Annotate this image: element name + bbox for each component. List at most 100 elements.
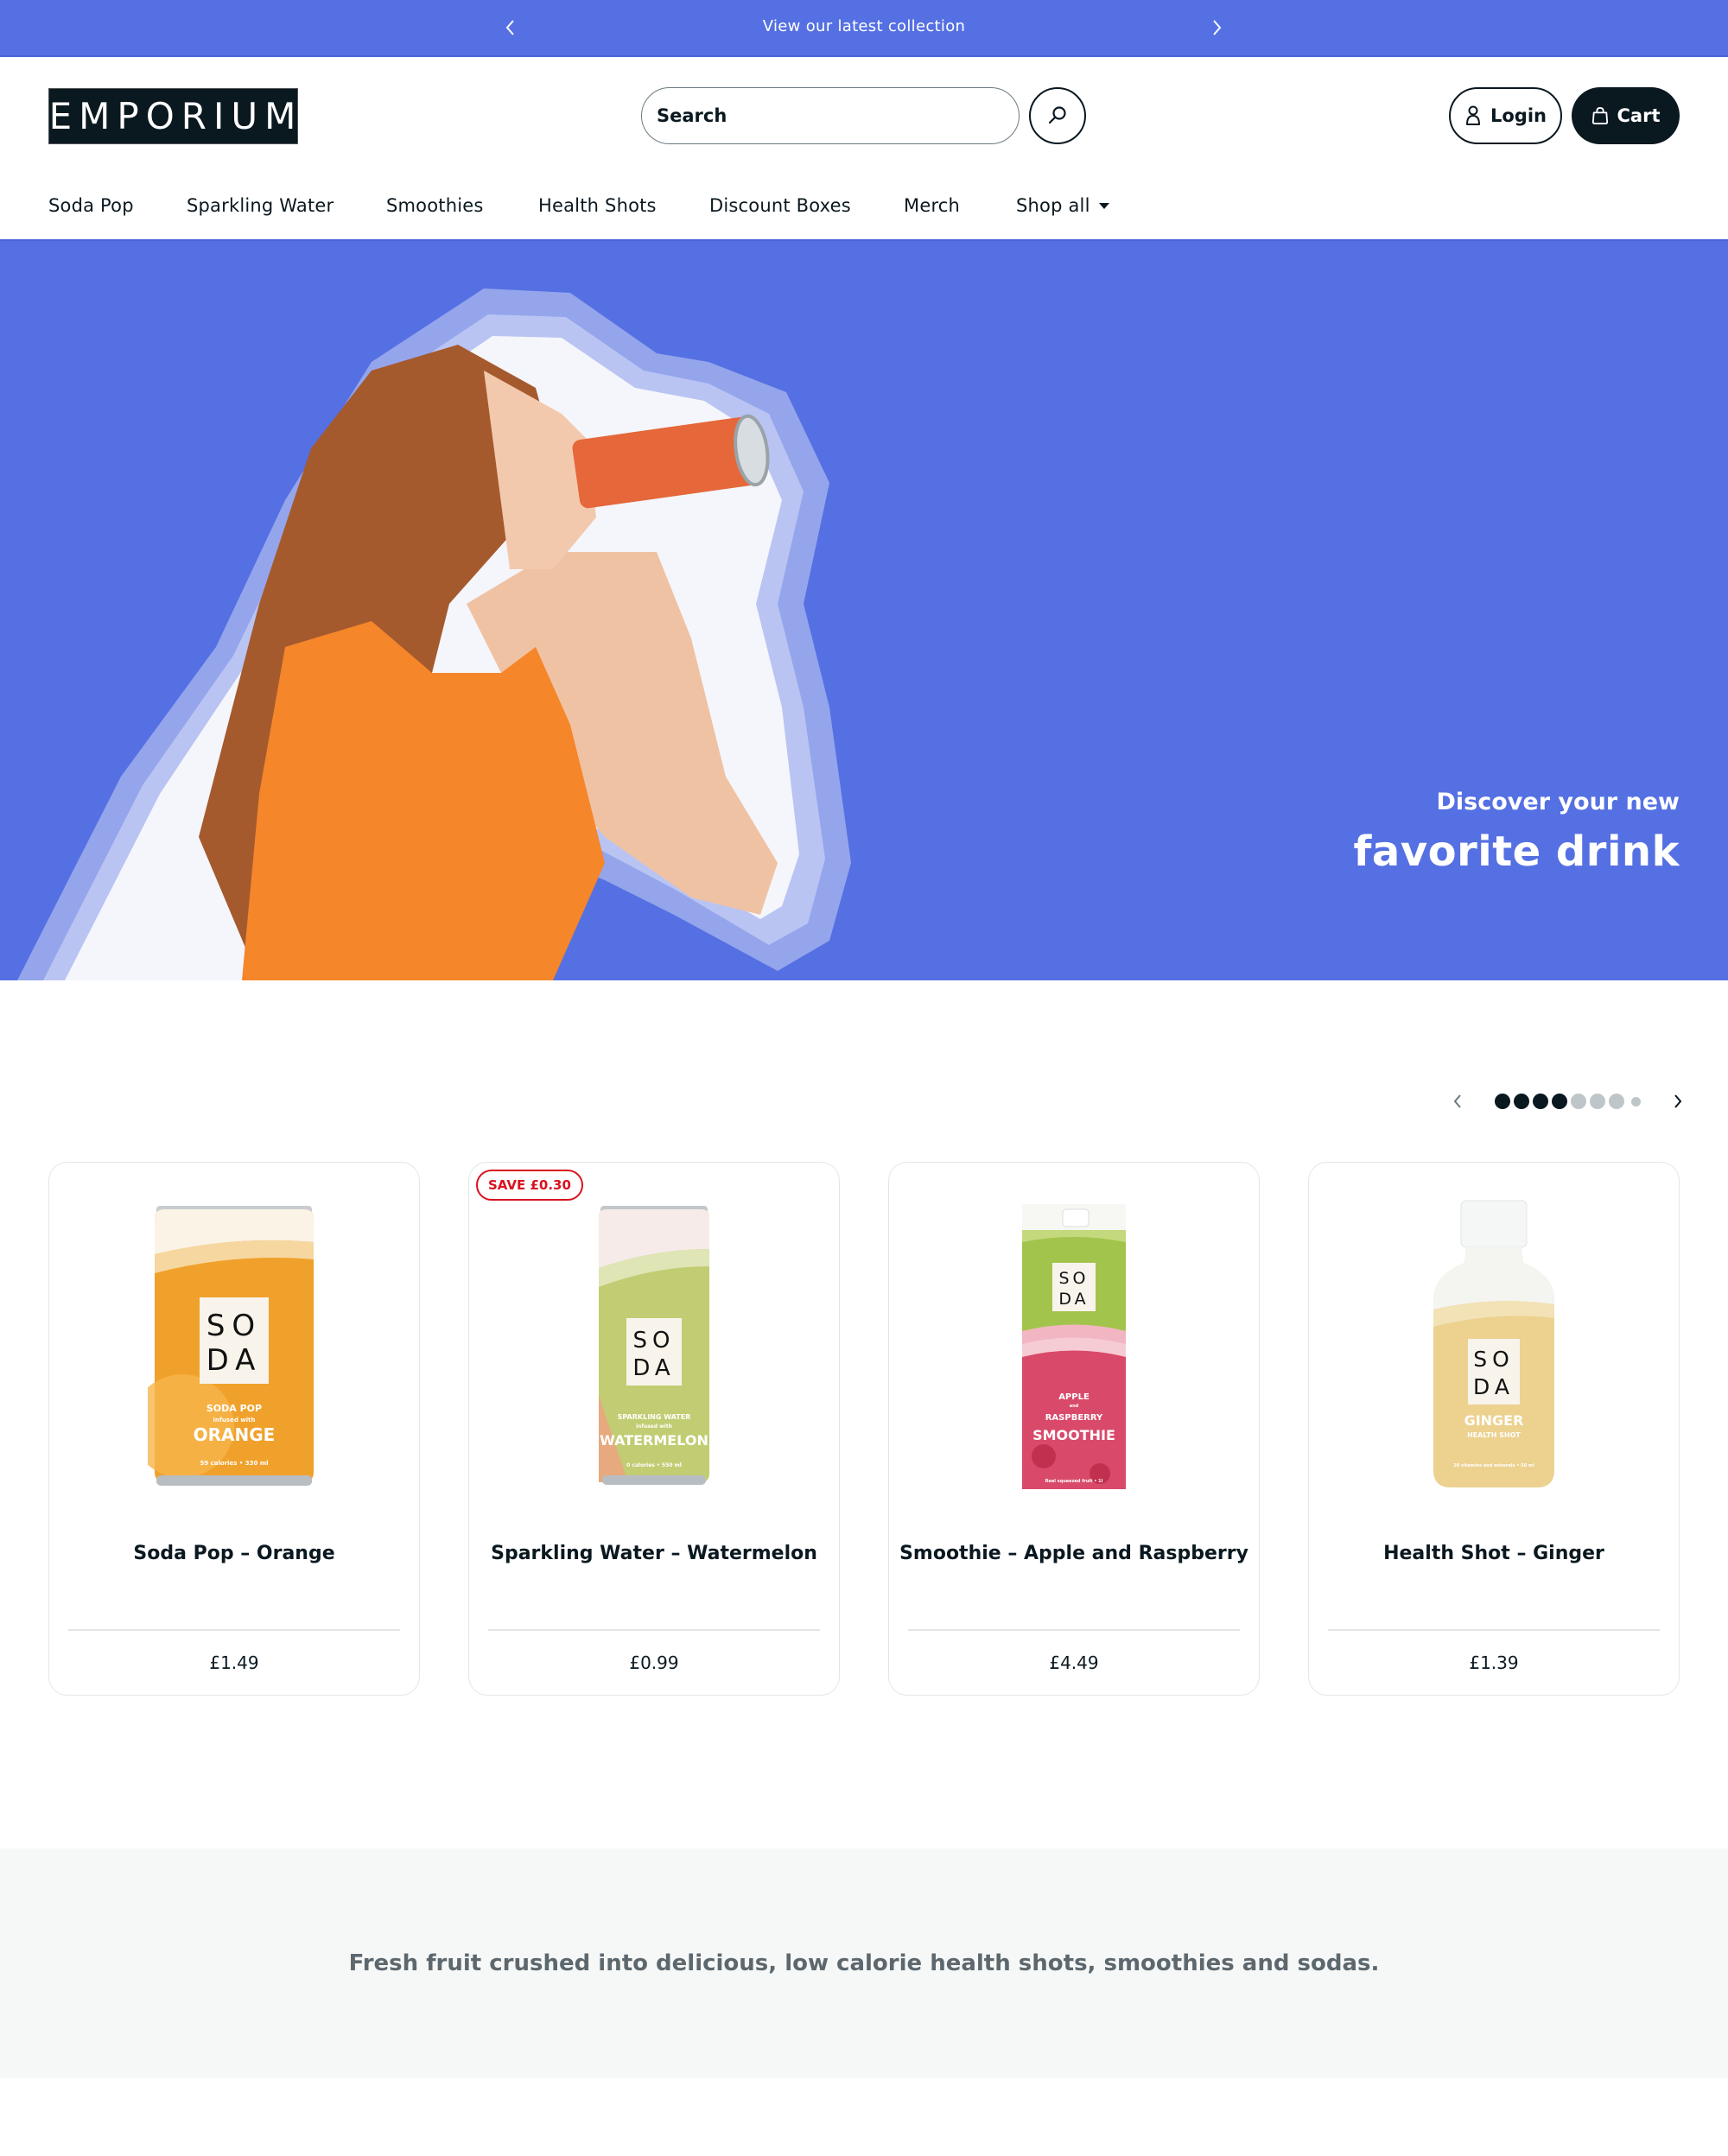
nav-item-label: Shop all xyxy=(1016,195,1090,216)
carousel-dot[interactable] xyxy=(1631,1096,1641,1107)
sale-badge: SAVE £0.30 xyxy=(476,1170,583,1201)
pack-brand: SO xyxy=(633,1328,676,1354)
logo[interactable]: EMPORIUM xyxy=(48,88,298,144)
hero-subheading: Discover your new xyxy=(1436,789,1680,815)
search-field[interactable] xyxy=(641,87,1020,144)
pack-brand: DA xyxy=(1058,1290,1089,1309)
nav-item-merch[interactable]: Merch xyxy=(904,195,960,216)
pack-info: 20 vitamins and minerals • 50 ml xyxy=(1453,1463,1534,1468)
product-price: £1.39 xyxy=(1469,1652,1519,1673)
pack-type: HEALTH SHOT xyxy=(1467,1431,1521,1439)
product-title[interactable]: Soda Pop – Orange xyxy=(49,1543,419,1564)
main-nav: Soda Pop Sparkling Water Smoothies Healt… xyxy=(0,173,1728,241)
product-image: SO DA SODA POP infused with ORANGE 59 ca… xyxy=(49,1197,419,1486)
login-button[interactable]: Login xyxy=(1449,87,1562,144)
product-image: SO DA GINGER HEALTH SHOT 20 vitamins and… xyxy=(1309,1197,1679,1487)
pack-brand: DA xyxy=(1473,1374,1515,1399)
nav-item-label: Sparkling Water xyxy=(187,195,334,216)
login-label: Login xyxy=(1490,105,1547,126)
search-input[interactable] xyxy=(642,88,1019,143)
product-card[interactable]: SO DA APPLE and RASPBERRY SMOOTHIE Real … xyxy=(888,1162,1260,1696)
caret-down-icon xyxy=(1098,202,1109,209)
carousel-dots xyxy=(1495,1094,1641,1109)
pack-type: SPARKLING WATER xyxy=(618,1413,691,1421)
nav-item-label: Discount Boxes xyxy=(709,195,851,216)
nav-item-label: Health Shots xyxy=(538,195,657,216)
product-card[interactable]: SO DA GINGER HEALTH SHOT 20 vitamins and… xyxy=(1308,1162,1680,1696)
pack-info: 59 calories • 330 ml xyxy=(200,1460,268,1467)
nav-item-sparkling-water[interactable]: Sparkling Water xyxy=(187,195,334,216)
product-title[interactable]: Smoothie – Apple and Raspberry xyxy=(889,1543,1259,1564)
product-card[interactable]: SO DA SODA POP infused with ORANGE 59 ca… xyxy=(48,1162,420,1696)
nav-item-label: Merch xyxy=(904,195,961,216)
pack-brand: SO xyxy=(206,1309,262,1343)
nav-item-label: Smoothies xyxy=(386,195,484,216)
product-image: SO DA SPARKLING WATER infused with WATER… xyxy=(469,1197,839,1485)
pack-type: SODA POP xyxy=(206,1403,262,1414)
chevron-right-icon xyxy=(1674,1094,1682,1108)
carousel-dot[interactable] xyxy=(1609,1094,1624,1109)
logo-text: EMPORIUM xyxy=(48,95,303,137)
hero-banner: Discover your new favorite drink xyxy=(0,241,1728,980)
product-card[interactable]: SAVE £0.30 SO DA SPARKLING WATER infused… xyxy=(468,1162,840,1696)
pack-info: Real squeezed fruit • 1l xyxy=(1045,1479,1103,1484)
pack-product-type: SMOOTHIE xyxy=(1032,1427,1115,1443)
tagline-text: Fresh fruit crushed into delicious, low … xyxy=(348,1950,1380,1976)
announcement-prev-button[interactable] xyxy=(495,12,526,43)
nav-item-label: Soda Pop xyxy=(48,195,134,216)
chevron-left-icon xyxy=(1453,1094,1461,1108)
search-button[interactable] xyxy=(1029,87,1086,144)
announcement-next-button[interactable] xyxy=(1201,12,1232,43)
pack-brand: DA xyxy=(632,1355,675,1381)
pack-flavor: ORANGE xyxy=(194,1424,276,1445)
nav-item-health-shots[interactable]: Health Shots xyxy=(538,195,657,216)
product-title[interactable]: Sparkling Water – Watermelon xyxy=(469,1543,839,1564)
pack-brand: SO xyxy=(1058,1269,1089,1288)
card-divider xyxy=(488,1629,820,1631)
pack-brand: DA xyxy=(206,1343,263,1378)
carousel-prev-button[interactable] xyxy=(1443,1087,1472,1116)
pack-type: APPLE xyxy=(1058,1392,1090,1402)
carousel-controls xyxy=(1443,1087,1693,1116)
carousel-dot[interactable] xyxy=(1533,1094,1548,1109)
pack-brand: SO xyxy=(1473,1347,1515,1372)
carousel-dot[interactable] xyxy=(1590,1094,1605,1109)
nav-item-smoothies[interactable]: Smoothies xyxy=(386,195,484,216)
shopping-bag-icon xyxy=(1591,106,1608,124)
nav-item-discount-boxes[interactable]: Discount Boxes xyxy=(709,195,851,216)
chevron-right-icon xyxy=(1213,20,1222,35)
carousel-dot[interactable] xyxy=(1495,1094,1510,1109)
tagline-band: Fresh fruit crushed into delicious, low … xyxy=(0,1848,1728,2078)
product-price: £4.49 xyxy=(1049,1652,1099,1673)
product-price: £0.99 xyxy=(629,1652,679,1673)
product-price: £1.49 xyxy=(209,1652,259,1673)
carousel-dot[interactable] xyxy=(1552,1094,1567,1109)
hero-tagline: Discover your new favorite drink xyxy=(1354,789,1680,876)
hero-image xyxy=(17,289,851,980)
pack-infused: and xyxy=(1070,1404,1079,1409)
pack-flavor: RASPBERRY xyxy=(1045,1413,1103,1423)
user-icon xyxy=(1466,105,1480,125)
announcement-bar: View our latest collection xyxy=(0,0,1728,57)
card-divider xyxy=(1328,1629,1660,1631)
pack-info: 0 calories • 550 ml xyxy=(626,1462,682,1468)
card-divider xyxy=(908,1629,1240,1631)
cart-label: Cart xyxy=(1617,105,1661,126)
search-icon xyxy=(1048,106,1066,124)
product-image: SO DA APPLE and RASPBERRY SMOOTHIE Real … xyxy=(889,1197,1259,1489)
pack-flavor: WATERMELON xyxy=(600,1432,708,1449)
nav-item-soda-pop[interactable]: Soda Pop xyxy=(48,195,134,216)
chevron-left-icon xyxy=(505,20,514,35)
announcement-message[interactable]: View our latest collection xyxy=(605,17,1123,35)
pack-infused: infused with xyxy=(213,1417,256,1424)
nav-item-shop-all[interactable]: Shop all xyxy=(1016,195,1109,216)
pack-flavor: GINGER xyxy=(1464,1412,1524,1429)
carousel-next-button[interactable] xyxy=(1663,1087,1693,1116)
hero-heading: favorite drink xyxy=(1353,828,1680,876)
carousel-dot[interactable] xyxy=(1571,1094,1586,1109)
product-title[interactable]: Health Shot – Ginger xyxy=(1309,1543,1679,1564)
carousel-dot[interactable] xyxy=(1514,1094,1529,1109)
card-divider xyxy=(68,1629,400,1631)
pack-infused: infused with xyxy=(636,1424,672,1430)
cart-button[interactable]: Cart xyxy=(1572,87,1680,144)
